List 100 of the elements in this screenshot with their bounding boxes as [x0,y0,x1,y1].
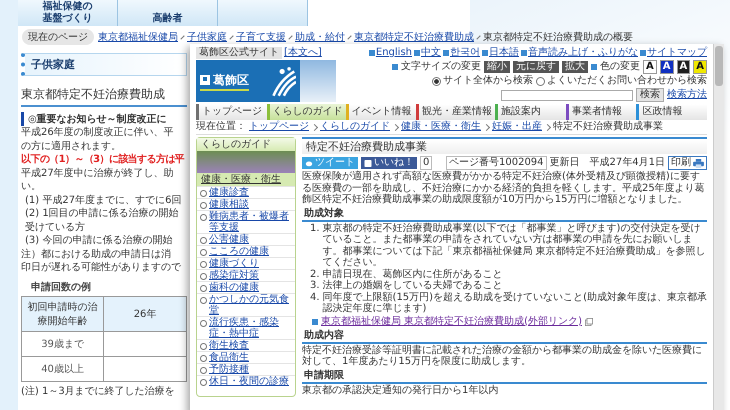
bullet-icon [443,50,449,56]
breadcrumb-current: 特定不妊治療費助成事業 [553,121,663,133]
body-text: の方に適用されます。 [21,140,122,153]
section-text: 特定不妊治療受診等証明書に記載された治療の金額から都事業の助成金を除いた医療費に対して、1年度あたり15万円を限度に助成します。 [302,344,703,368]
bullet-icon [482,50,488,56]
sidebar-link[interactable]: 歯科の健康 [209,282,259,293]
language-link[interactable]: サイトマップ [647,47,707,59]
bullet-icon [200,273,207,280]
sidebar-heading: 子供家庭 [21,53,187,76]
sidebar-link[interactable]: 予防接種 [209,364,249,375]
radio-button[interactable] [536,76,545,86]
nav-tab[interactable]: トップページ [196,104,267,120]
body-text: 注）都における助成の申請日は消 [21,248,172,261]
color-option-button[interactable]: A [643,60,657,74]
body-text: 受けている方 [24,222,86,234]
breadcrumb-link[interactable]: 東京都特定不妊治療費助成 [354,30,474,44]
sidebar-link[interactable]: 食品衛生 [209,352,249,363]
breadcrumb-link[interactable]: 子供家庭 [187,30,227,44]
intro-paragraph: 医療保険が適用されず高額な医療費がかかる特定不妊治療(体外受精及び顕微授精)に要する医療費の一部を助成し、不妊治療にかかる経済的負担を軽くします。平成25年度より葛飾区特定不妊治療費助成事業の助成限度額が10万円から15万円に増額となりました。 [302,171,706,206]
color-option-button[interactable]: A [676,60,690,74]
nav-tab[interactable]: 福祉保健の基盤づくり [18,0,118,26]
text-size-button[interactable]: 縮小 [484,61,510,73]
print-button[interactable]: 印刷 [668,156,707,170]
list-item-text: 法律上の婚姻をしている夫婦であること [322,280,503,292]
bird-icon [305,160,313,167]
language-link[interactable]: 中文 [421,47,441,59]
bullet-icon [200,202,207,209]
list-item-text: 申請日現在、葛飾区内に住所があること [322,268,503,280]
sidebar-link[interactable]: 難病患者・被爆者等支援 [209,211,292,233]
nav-tab[interactable] [218,0,308,26]
bullet-icon [414,50,420,56]
bullet-icon [200,190,207,197]
footnote: (注) 1～3月までに終了した治療を [21,384,176,398]
nav-tab[interactable]: 事業者情報 [566,104,636,120]
bullet-icon [200,320,207,327]
color-change-label: 色の変更 [600,61,640,73]
nav-tab[interactable]: 施設案内 [495,104,566,120]
language-link[interactable]: English [376,47,412,59]
sidebar-link[interactable]: 流行疾患・感染症・熱中症 [209,317,292,339]
like-button[interactable]: いいね！ [361,157,417,170]
notice-heading: ◎重要なお知らせ～制度改正に [21,112,187,126]
breadcrumb-link[interactable]: 子育て支援 [236,30,286,44]
nav-tab[interactable]: くらしのガイド [266,104,346,120]
language-link[interactable]: 日本語 [489,47,519,59]
text-size-button[interactable]: 元に戻す [513,61,559,73]
sidebar-link[interactable]: 感染症対策 [209,270,259,281]
external-link[interactable]: 東京都福祉保健局 東京都特定不妊治療費助成(外部リンク) [321,316,582,328]
search-help-link[interactable]: 検索方法 [667,89,707,101]
breadcrumb-link[interactable]: 健康・医療・衛生 [401,121,481,133]
search-field[interactable] [501,90,633,100]
bullet-icon [200,297,207,304]
color-option-button[interactable]: A [660,60,674,74]
breadcrumb-link[interactable]: 妊娠・出産 [492,121,542,133]
updated-date: 更新日 平成27年4月1日 [550,157,665,170]
search-button[interactable]: 検索 [636,88,664,102]
radio-button[interactable] [432,76,441,86]
section-text: 東京都の承認決定通知の発行日から1年以内 [302,384,500,396]
scrollbar[interactable] [713,44,724,410]
bullet-icon [591,64,597,70]
nav-tab[interactable]: 区政情報 [636,104,707,120]
sidebar-section-heading[interactable]: 健康・医療・衛生 [197,173,295,186]
logo-mark-icon [200,75,210,85]
list-item-text: 同年度で上限額(15万円)を超える助成を受けていないこと(助成対象年度は、東京都承認決定年度に準じます) [322,292,707,315]
external-link-icon [584,318,593,326]
language-link[interactable]: 한국어 [450,47,480,59]
nav-tab[interactable]: 観光・産業情報 [416,104,496,120]
skip-link[interactable]: [本文へ] [284,47,322,59]
bullet-icon [640,50,646,56]
breadcrumb-link[interactable]: くらしのガイド [320,121,390,133]
breadcrumb-link[interactable]: 助成・給付 [295,30,345,44]
section-heading: 助成内容 [302,330,707,344]
breadcrumb-current: 東京都特定不妊治療費助成の概要 [483,30,633,44]
color-option-button[interactable]: A [693,60,707,74]
sidebar-link[interactable]: 休日・夜間の診療 [209,376,289,387]
table-header: 26年 [104,296,186,331]
body-text: (1) 平成27年度までに、すでに6回 [24,194,182,207]
body-text: (2) 1回目の申請に係る治療の開始 [24,208,180,220]
breadcrumb-link[interactable]: 東京都福祉保健局 [98,30,178,44]
list-number: 1. [310,222,320,236]
table-cell: 39歳まで [22,331,104,356]
breadcrumb-link[interactable]: トップページ [249,121,309,133]
sidebar-link[interactable]: 公害健康 [209,234,249,245]
sidebar-link[interactable]: かつしかの元気食堂 [209,294,292,316]
sidebar-link[interactable]: こころの健康 [209,246,269,257]
bullet-icon [200,249,207,256]
like-count: 0 [420,156,432,170]
bullet-icon [200,285,207,292]
list-number: 3. [310,280,320,292]
site-logo[interactable]: 葛飾区 [196,60,300,102]
sidebar-link[interactable]: 健康づくり [209,258,259,269]
nav-tab[interactable]: 高齢者 [118,0,218,26]
sidebar-link[interactable]: 健康診査 [209,187,249,198]
bullet-icon [200,379,207,386]
language-link[interactable]: 音声読み上げ・ふりがな [528,47,638,59]
text-size-button[interactable]: 拡大 [562,61,588,73]
body-text: (3) 今回の申請に係る治療の開始 [24,235,174,248]
nav-tab[interactable]: イベント情報 [346,104,416,120]
sidebar-link[interactable]: 衛生検査 [209,340,249,351]
section-heading: 助成対象 [302,208,707,222]
sidebar-link[interactable]: 健康相談 [209,199,249,210]
